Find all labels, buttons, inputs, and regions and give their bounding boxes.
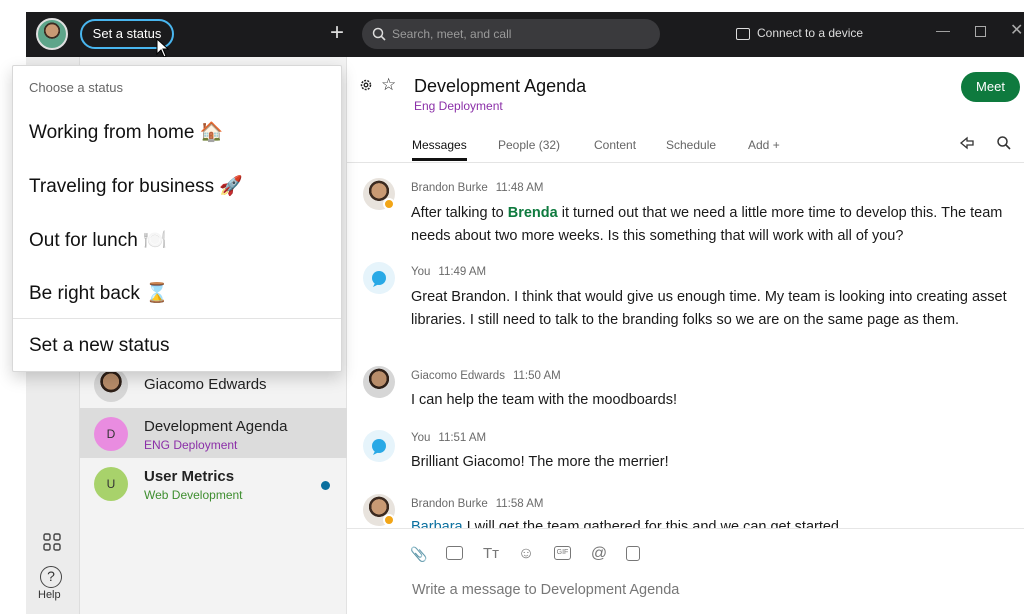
message-time: 11:51 AM	[438, 432, 487, 444]
message-input[interactable]: Write a message to Development Agenda	[412, 582, 679, 598]
text-format-icon[interactable]: Tт	[482, 546, 500, 562]
team-label[interactable]: Eng Deployment	[414, 99, 503, 113]
page-title: Development Agenda	[414, 76, 587, 96]
connect-device-icon[interactable]	[736, 28, 750, 40]
presence-badge	[383, 514, 395, 526]
status-option-working-from-home[interactable]: Working from home 🏠	[29, 120, 223, 144]
message-time: 11:48 AM	[495, 182, 544, 194]
tab-messages[interactable]: Messages	[412, 138, 467, 152]
message-text: Barbara I will get the team gathered for…	[411, 516, 1011, 528]
chat-bubble-icon	[372, 439, 386, 455]
space-team-label: Web Development	[144, 488, 243, 502]
window-maximize-icon[interactable]	[975, 26, 986, 37]
message-text-part: I will get the team gathered for this an…	[462, 519, 839, 528]
message-text: Great Brandon. I think that would give u…	[411, 289, 1007, 328]
presence-badge	[383, 198, 395, 210]
tab-schedule[interactable]: Schedule	[666, 138, 716, 152]
set-new-status-button[interactable]: Set a new status	[29, 335, 169, 357]
tab-content[interactable]: Content	[594, 138, 636, 152]
chat-bubble-icon	[372, 271, 386, 287]
avatar: U	[94, 467, 128, 501]
window-titlebar-strip	[0, 0, 1024, 12]
new-space-plus-icon[interactable]: +	[326, 20, 348, 46]
meet-button[interactable]: Meet	[961, 72, 1020, 102]
webex-app-window: Set a status + Search, meet, and call Co…	[0, 0, 1024, 614]
unread-indicator	[321, 481, 330, 490]
avatar	[363, 262, 395, 294]
space-item-user-metrics[interactable]: U User Metrics Web Development	[80, 458, 347, 510]
mention-link[interactable]: Barbara	[411, 519, 463, 528]
sender-name: Giacomo Edwards	[411, 370, 505, 382]
tab-add[interactable]: Add +	[748, 138, 780, 152]
message-text: Brilliant Giacomo! The more the merrier!	[411, 454, 669, 470]
window-close-icon[interactable]: ✕	[1010, 20, 1023, 40]
space-name: User Metrics	[144, 468, 235, 485]
user-avatar[interactable]	[36, 18, 68, 50]
share-screen-icon[interactable]	[446, 546, 463, 560]
active-tab-indicator	[412, 158, 467, 161]
search-icon[interactable]	[996, 135, 1012, 151]
gear-icon[interactable]	[359, 78, 373, 92]
plus-icon: +	[769, 138, 780, 152]
status-option-be-right-back[interactable]: Be right back ⌛	[29, 281, 169, 305]
connect-device-button[interactable]: Connect to a device	[757, 26, 863, 40]
message-list: Brandon Burke 11:48 AM After talking to B…	[347, 164, 1024, 528]
status-option-out-for-lunch[interactable]: Out for lunch 🍽️	[29, 228, 167, 252]
message-time: 11:50 AM	[512, 370, 561, 382]
emoji-icon[interactable]: ☺	[517, 546, 535, 562]
mention-link[interactable]: Brenda	[508, 205, 558, 221]
space-name: Giacomo Edwards	[144, 376, 267, 393]
message-text: After talking to Brenda it turned out th…	[411, 202, 1011, 247]
share-icon[interactable]	[959, 136, 975, 150]
whiteboard-icon[interactable]	[626, 546, 640, 561]
message-text-part: After talking to	[411, 205, 508, 221]
sender-name: You	[411, 266, 431, 278]
avatar: D	[94, 417, 128, 451]
mouse-cursor-icon	[156, 38, 170, 58]
message-text: I can help the team with the moodboards!	[411, 392, 677, 408]
status-option-traveling-for-business[interactable]: Traveling for business 🚀	[29, 174, 243, 198]
message-meta: Brandon Burke 11:58 AM	[411, 498, 543, 510]
menu-heading: Choose a status	[29, 80, 123, 95]
star-icon[interactable]: ☆	[381, 75, 396, 95]
message-meta: You 11:49 AM	[411, 266, 486, 278]
tab-add-label: Add	[748, 138, 770, 152]
message-meta: Brandon Burke 11:48 AM	[411, 182, 543, 194]
space-name: Development Agenda	[144, 418, 288, 435]
message-time: 11:58 AM	[495, 498, 544, 510]
menu-divider	[13, 318, 341, 319]
search-input[interactable]: Search, meet, and call	[362, 19, 660, 49]
avatar	[94, 368, 128, 402]
attach-icon[interactable]: 📎	[410, 546, 428, 562]
tab-people[interactable]: People (32)	[498, 138, 560, 152]
avatar[interactable]	[363, 366, 395, 398]
sender-name: Brandon Burke	[411, 498, 488, 510]
help-label[interactable]: Help	[38, 589, 61, 601]
search-icon	[372, 27, 386, 41]
window-minimize-icon[interactable]: —	[936, 22, 950, 38]
avatar	[363, 430, 395, 462]
apps-grid-icon[interactable]	[42, 532, 62, 552]
status-dropdown-menu: Choose a status Working from home 🏠 Trav…	[12, 65, 342, 372]
message-meta: You 11:51 AM	[411, 432, 486, 444]
help-icon[interactable]: ?	[40, 566, 62, 588]
space-item-development-agenda[interactable]: D Development Agenda ENG Deployment	[80, 408, 347, 458]
sender-name: You	[411, 432, 431, 444]
gif-icon[interactable]: GIF	[554, 546, 571, 560]
sender-name: Brandon Burke	[411, 182, 488, 194]
mention-icon[interactable]: @	[590, 546, 608, 562]
message-time: 11:49 AM	[438, 266, 487, 278]
space-team-label: ENG Deployment	[144, 438, 238, 452]
message-meta: Giacomo Edwards 11:50 AM	[411, 370, 561, 382]
message-composer	[347, 528, 1024, 614]
